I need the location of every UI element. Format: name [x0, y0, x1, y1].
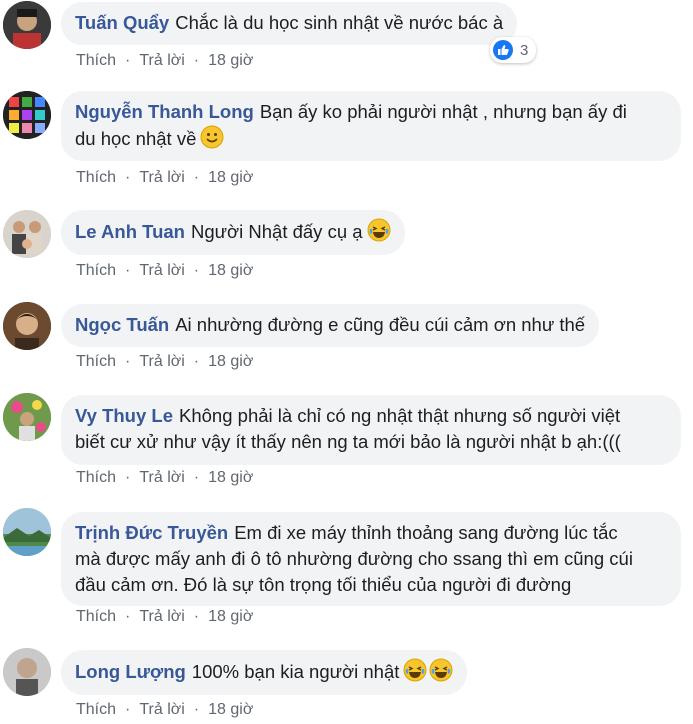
- comment-author[interactable]: Nguyễn Thanh Long: [75, 101, 254, 122]
- comment-author[interactable]: Le Anh Tuan: [75, 221, 185, 242]
- reply-link[interactable]: Trả lời: [139, 701, 184, 718]
- separator: ·: [125, 608, 131, 625]
- comment-bubble: Trịnh Đức Truyền Em đi xe máy thỉnh thoản…: [61, 512, 681, 606]
- like-link[interactable]: Thích: [76, 353, 116, 370]
- like-link[interactable]: Thích: [76, 169, 116, 186]
- comment-text: Người Nhật đấy cụ ạ: [190, 221, 363, 242]
- timestamp[interactable]: 18 giờ: [208, 701, 253, 718]
- comment-actions: Thích · Trả lời · 18 giờ: [76, 169, 253, 187]
- reply-link[interactable]: Trả lời: [139, 169, 184, 186]
- reply-link[interactable]: Trả lời: [139, 52, 184, 69]
- comment-text: mà được mấy anh đi ô tô nhường đường cho…: [75, 548, 633, 569]
- separator: ·: [193, 469, 200, 486]
- comment-bubble: Ngọc Tuấn Ai nhường đường e cũng đều cúi …: [61, 304, 600, 347]
- comment-bubble: Tuấn Quẩy Chắc là du học sinh nhật về nướ…: [61, 2, 518, 45]
- comment-bubble: Vy Thuy Le Không phải là chỉ có ng nhật t…: [61, 395, 681, 465]
- timestamp[interactable]: 18 giờ: [208, 353, 253, 370]
- landscape-avatar-icon: [3, 508, 51, 556]
- avatar[interactable]: [3, 508, 51, 556]
- smile-emoji-icon: [200, 125, 224, 149]
- reply-link[interactable]: Trả lời: [139, 262, 184, 279]
- comment-actions: Thích · Trả lời · 18 giờ: [76, 701, 253, 719]
- separator: ·: [193, 262, 200, 279]
- comment-text: Chắc là du học sinh nhật về nước bác à: [175, 12, 504, 33]
- comment-text: Ai nhường đường e cũng đều cúi cảm ơn nh…: [175, 314, 586, 335]
- reply-link[interactable]: Trả lời: [139, 608, 184, 625]
- like-link[interactable]: Thích: [76, 262, 116, 279]
- timestamp[interactable]: 18 giờ: [208, 469, 253, 486]
- laugh-emoji-icon: [367, 218, 391, 242]
- like-link[interactable]: Thích: [76, 469, 116, 486]
- separator: ·: [193, 169, 200, 186]
- separator: ·: [125, 262, 131, 279]
- reaction-number: 3: [520, 41, 529, 59]
- comment-actions: Thích · Trả lời · 18 giờ: [76, 353, 253, 371]
- person-avatar-icon: [3, 648, 51, 696]
- avatar[interactable]: [3, 302, 51, 350]
- comment-actions: Thích · Trả lời · 18 giờ: [76, 52, 253, 70]
- laugh-emoji-icon: [429, 658, 453, 682]
- avatar[interactable]: [3, 648, 51, 696]
- comment-text: 100% bạn kia người nhật: [191, 661, 400, 682]
- reaction-count[interactable]: 3: [490, 37, 537, 63]
- timestamp[interactable]: 18 giờ: [208, 262, 253, 279]
- comment-text: du học nhật về: [75, 128, 197, 149]
- like-reaction-icon: [493, 40, 513, 60]
- comment-author[interactable]: Long Lượng: [75, 661, 186, 682]
- avatar[interactable]: [3, 393, 51, 441]
- comment-text: đầu cảm ơn. Đó là sự tôn trọng tối thiểu…: [75, 574, 572, 595]
- separator: ·: [125, 701, 131, 718]
- comment-author[interactable]: Ngọc Tuấn: [75, 314, 169, 335]
- like-link[interactable]: Thích: [76, 701, 116, 718]
- avatar[interactable]: [3, 210, 51, 258]
- comment-text: Em đi xe máy thỉnh thoảng sang đường lúc…: [234, 522, 618, 543]
- comment-actions: Thích · Trả lời · 18 giờ: [76, 608, 253, 626]
- flowers-avatar-icon: [3, 393, 51, 441]
- phone-apps-avatar-icon: [3, 91, 51, 139]
- avatar[interactable]: [3, 91, 51, 139]
- comment-bubble: Long Lượng 100% bạn kia người nhật: [61, 650, 468, 695]
- comment-actions: Thích · Trả lời · 18 giờ: [76, 469, 253, 487]
- separator: ·: [193, 353, 200, 370]
- separator: ·: [125, 469, 131, 486]
- laugh-emoji-icon: [403, 658, 427, 682]
- person-avatar-icon: [3, 302, 51, 350]
- separator: ·: [193, 52, 200, 69]
- comment-text: Không phải là chỉ có ng nhật thật nhưng …: [179, 405, 621, 426]
- comment-bubble: Nguyễn Thanh Long Bạn ấy ko phải người nh…: [61, 91, 681, 161]
- family-avatar-icon: [3, 210, 51, 258]
- timestamp[interactable]: 18 giờ: [208, 52, 253, 69]
- separator: ·: [125, 169, 131, 186]
- like-link[interactable]: Thích: [76, 52, 116, 69]
- separator: ·: [193, 608, 200, 625]
- separator: ·: [125, 353, 131, 370]
- avatar[interactable]: [3, 1, 51, 49]
- comment-author[interactable]: Vy Thuy Le: [75, 405, 173, 426]
- separator: ·: [193, 701, 200, 718]
- timestamp[interactable]: 18 giờ: [208, 608, 253, 625]
- reply-link[interactable]: Trả lời: [139, 353, 184, 370]
- separator: ·: [125, 52, 131, 69]
- comment-text: biết cư xử như vậy ít thấy nên ng ta mới…: [75, 431, 621, 452]
- comment-author[interactable]: Tuấn Quẩy: [75, 12, 169, 33]
- comment-author[interactable]: Trịnh Đức Truyền: [75, 522, 228, 543]
- person-avatar-icon: [3, 1, 51, 49]
- reply-link[interactable]: Trả lời: [139, 469, 184, 486]
- comment-actions: Thích · Trả lời · 18 giờ: [76, 262, 253, 280]
- like-link[interactable]: Thích: [76, 608, 116, 625]
- comment-text: Bạn ấy ko phải người nhật , nhưng bạn ấy…: [259, 101, 627, 122]
- timestamp[interactable]: 18 giờ: [208, 169, 253, 186]
- comment-bubble: Le Anh Tuan Người Nhật đấy cụ ạ: [61, 210, 405, 255]
